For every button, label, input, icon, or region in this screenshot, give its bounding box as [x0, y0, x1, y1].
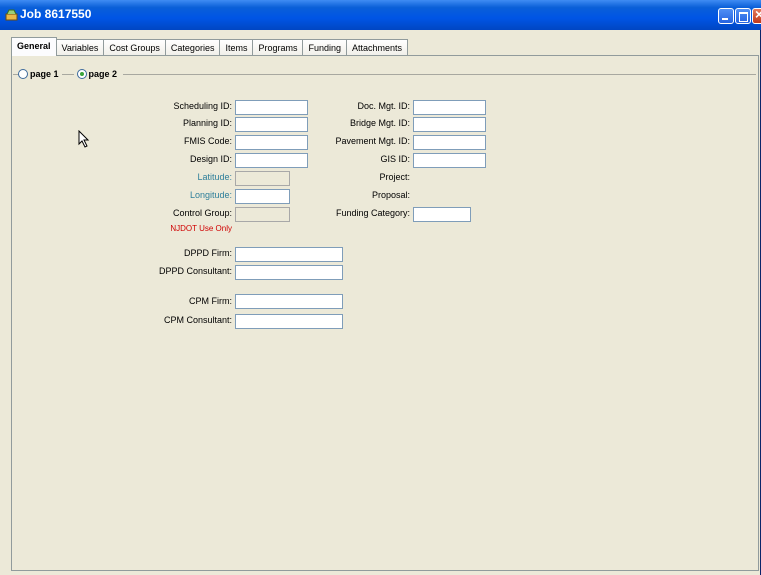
- tab-funding[interactable]: Funding: [302, 39, 348, 56]
- tab-cost-groups[interactable]: Cost Groups: [103, 39, 166, 56]
- control-group-field: [235, 207, 290, 222]
- tab-general[interactable]: General: [11, 37, 57, 56]
- fmis-code-field[interactable]: [235, 135, 308, 150]
- control-group-label: Control Group:: [172, 208, 232, 218]
- tab-programs[interactable]: Programs: [252, 39, 304, 56]
- general-panel: [11, 55, 759, 571]
- cpm-firm-label: CPM Firm:: [189, 296, 232, 306]
- njdot-note: NJDOT Use Only: [170, 224, 232, 233]
- latitude-label: Latitude:: [197, 172, 232, 182]
- cpm-consultant-label: CPM Consultant:: [163, 315, 232, 325]
- window-title: Job 8617550: [20, 7, 92, 21]
- page1-label[interactable]: page 1: [30, 69, 59, 79]
- mouse-cursor-icon: [78, 130, 90, 148]
- dppd-firm-field[interactable]: [235, 247, 343, 262]
- minimize-button[interactable]: [718, 8, 734, 24]
- page-selector: page 1 page 2: [18, 68, 117, 80]
- bridge-mgt-id-label: Bridge Mgt. ID:: [349, 118, 410, 128]
- maximize-button[interactable]: [735, 8, 751, 24]
- separator-line: [61, 73, 74, 75]
- doc-mgt-id-label: Doc. Mgt. ID:: [357, 101, 410, 111]
- project-label: Project:: [379, 172, 410, 182]
- funding-category-field[interactable]: [413, 207, 471, 222]
- app-icon: [5, 9, 18, 21]
- tab-items[interactable]: Items: [219, 39, 254, 56]
- dppd-consultant-label: DPPD Consultant:: [158, 266, 232, 276]
- pavement-mgt-id-label: Pavement Mgt. ID:: [335, 136, 410, 146]
- doc-mgt-id-field[interactable]: [413, 100, 486, 115]
- tab-strip: General Variables Cost Groups Categories…: [11, 37, 409, 56]
- fmis-code-label: FMIS Code:: [183, 136, 232, 146]
- bridge-mgt-id-field[interactable]: [413, 117, 486, 132]
- dppd-firm-label: DPPD Firm:: [184, 248, 232, 258]
- gis-id-label: GIS ID:: [380, 154, 410, 164]
- dppd-consultant-field[interactable]: [235, 265, 343, 280]
- close-button[interactable]: [752, 6, 761, 24]
- proposal-label: Proposal:: [371, 190, 410, 200]
- job-window: Job 8617550 General Variables Cost Group…: [0, 0, 761, 575]
- cpm-firm-field[interactable]: [235, 294, 343, 309]
- cpm-consultant-field[interactable]: [235, 314, 343, 329]
- scheduling-id-field[interactable]: [235, 100, 308, 115]
- design-id-field[interactable]: [235, 153, 308, 168]
- title-bar[interactable]: Job 8617550: [0, 0, 761, 30]
- latitude-field: [235, 171, 290, 186]
- page2-radio[interactable]: [76, 69, 87, 79]
- page2-label[interactable]: page 2: [89, 69, 118, 79]
- scheduling-id-label: Scheduling ID:: [173, 101, 232, 111]
- tab-attachments[interactable]: Attachments: [346, 39, 409, 56]
- separator-line: [123, 74, 756, 75]
- longitude-field[interactable]: [235, 189, 290, 204]
- gis-id-field[interactable]: [413, 153, 486, 168]
- tab-variables[interactable]: Variables: [55, 39, 105, 56]
- design-id-label: Design ID:: [189, 154, 232, 164]
- planning-id-field[interactable]: [235, 117, 308, 132]
- page1-radio[interactable]: [18, 69, 28, 79]
- longitude-label: Longitude:: [189, 190, 232, 200]
- funding-category-label: Funding Category:: [335, 208, 410, 218]
- tab-categories[interactable]: Categories: [164, 39, 221, 56]
- planning-id-label: Planning ID:: [182, 118, 232, 128]
- pavement-mgt-id-field[interactable]: [413, 135, 486, 150]
